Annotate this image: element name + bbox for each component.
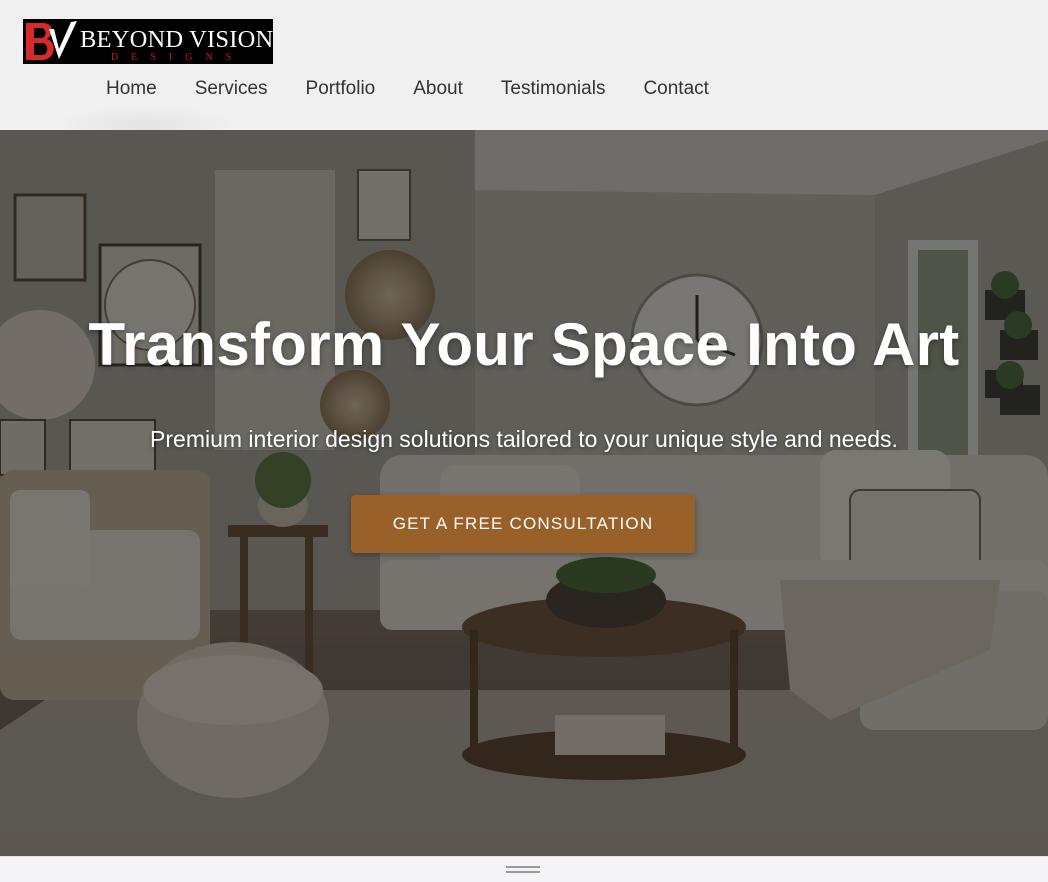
nav-link-contact[interactable]: Contact bbox=[643, 78, 708, 100]
nav-link-services[interactable]: Services bbox=[195, 78, 268, 100]
hero-subtitle: Premium interior design solutions tailor… bbox=[150, 426, 898, 452]
nav-link-testimonials[interactable]: Testimonials bbox=[501, 78, 606, 100]
hero-title: Transform Your Space Into Art bbox=[88, 311, 960, 378]
brand-name: BEYOND VISION bbox=[80, 26, 273, 53]
bv-monogram-icon bbox=[26, 21, 77, 60]
main-nav: Home Services Portfolio About Testimonia… bbox=[106, 77, 747, 101]
free-consultation-button[interactable]: GET A FREE CONSULTATION bbox=[351, 495, 695, 553]
nav-link-home[interactable]: Home bbox=[106, 78, 157, 100]
brand-logo[interactable]: BEYOND VISION DESIGNS bbox=[23, 19, 273, 64]
bottom-bar bbox=[0, 856, 1048, 882]
hero-dark-overlay bbox=[0, 130, 1048, 856]
site-header: BEYOND VISION DESIGNS Home Services Port… bbox=[0, 0, 1048, 130]
brand-tagline: DESIGNS bbox=[111, 52, 245, 63]
nav-link-about[interactable]: About bbox=[413, 78, 463, 100]
nav-link-portfolio[interactable]: Portfolio bbox=[306, 78, 376, 100]
hero-section: Transform Your Space Into Art Premium in… bbox=[0, 130, 1048, 856]
drag-handle-icon[interactable] bbox=[506, 866, 540, 874]
